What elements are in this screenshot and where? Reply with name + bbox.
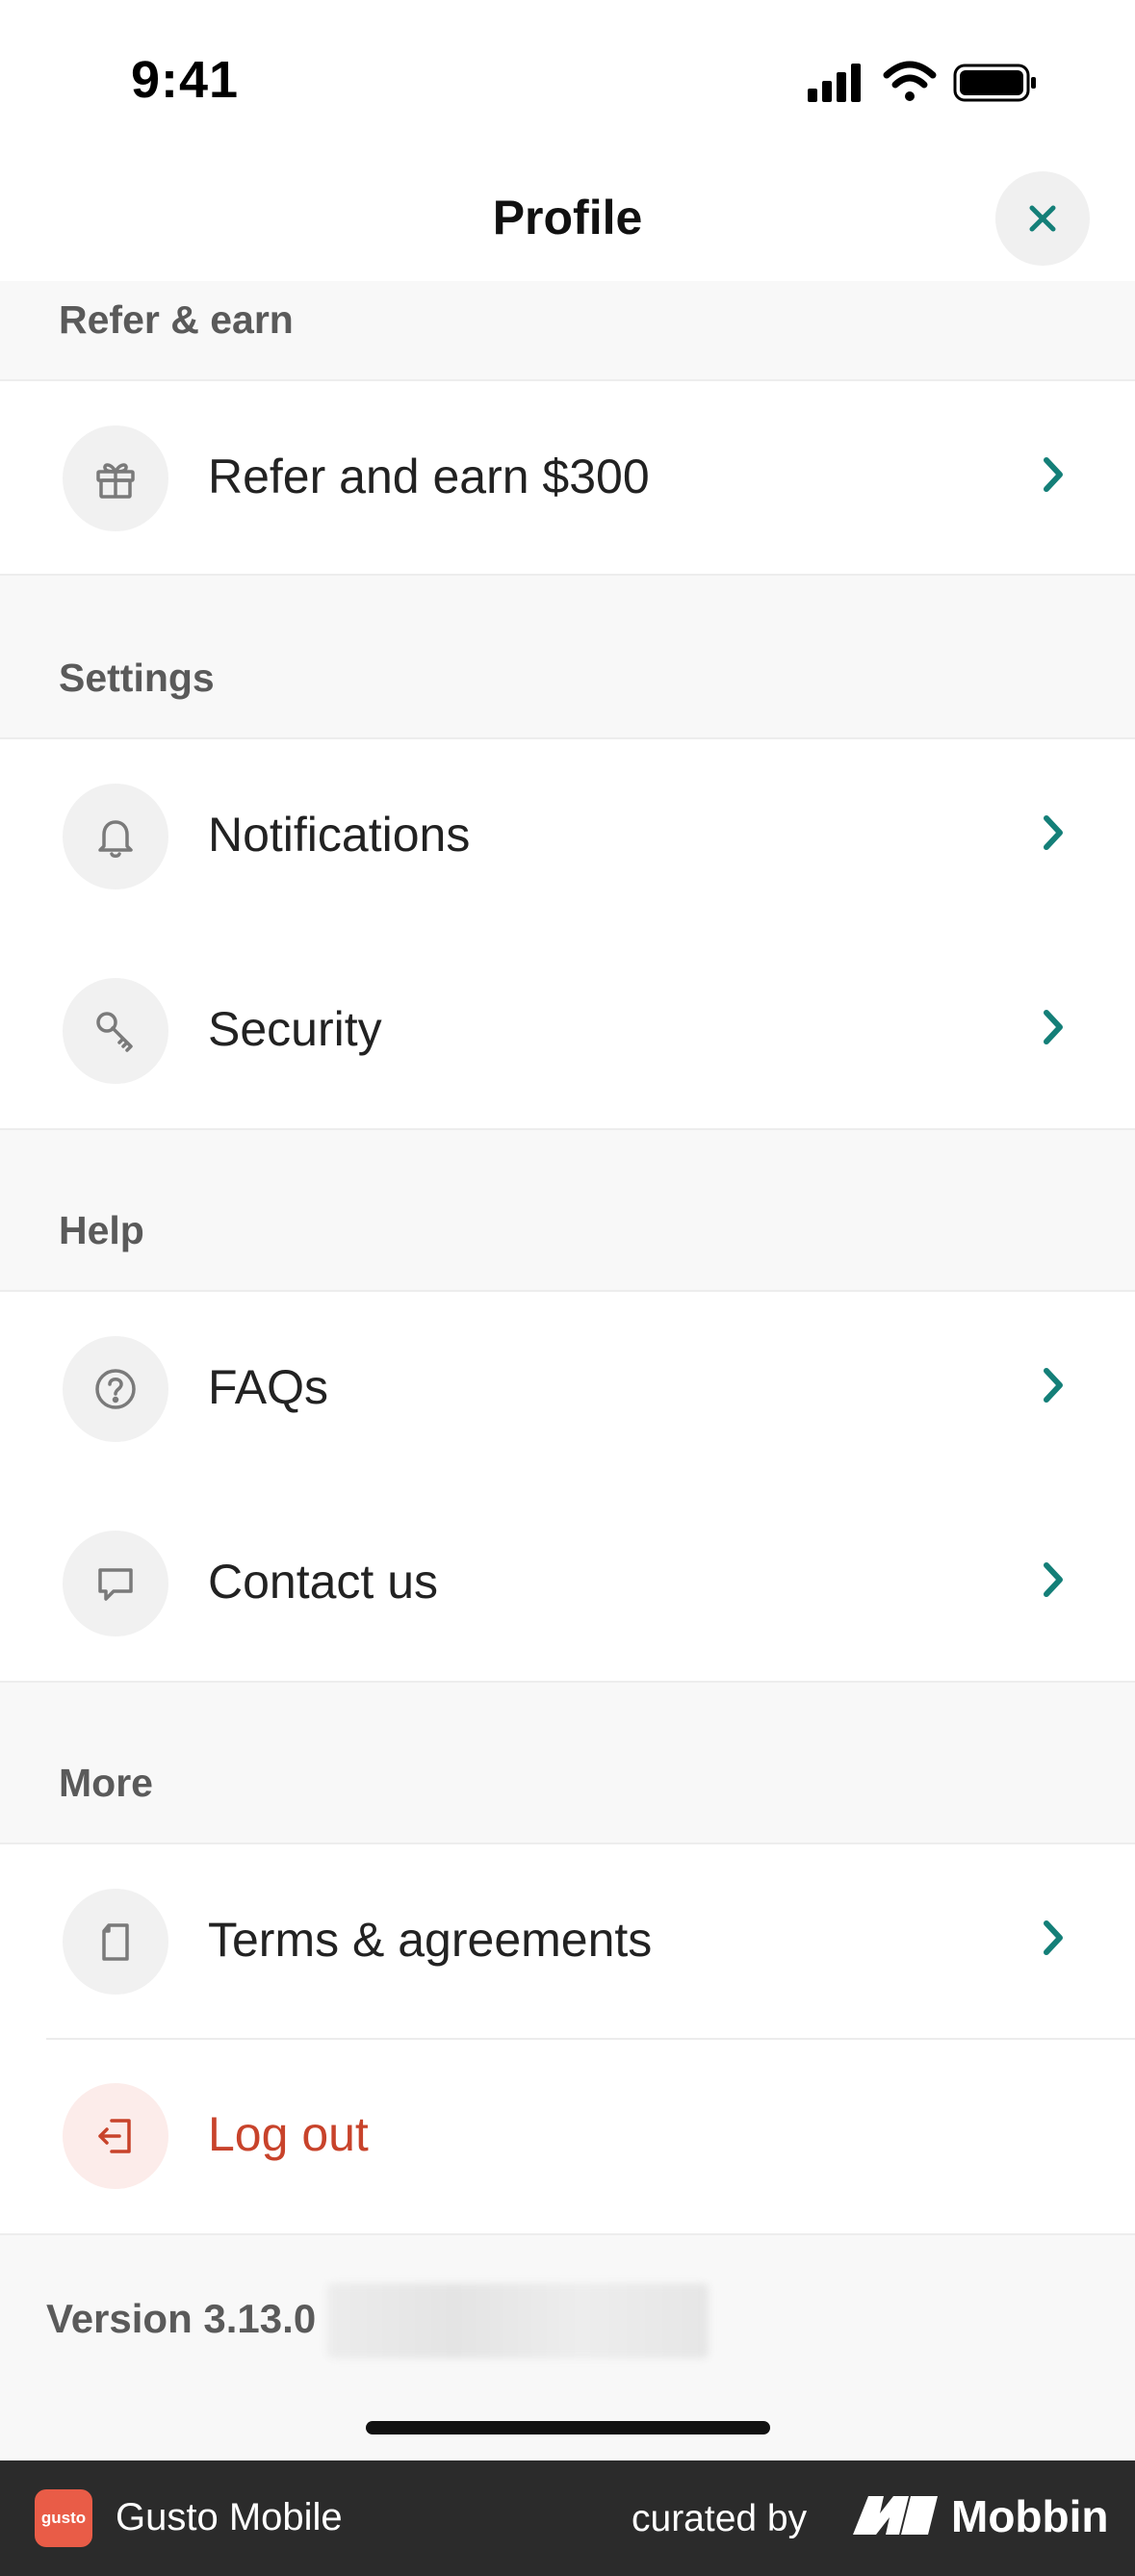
- chat-bubble-icon: [98, 1568, 133, 1601]
- page-title: Profile: [492, 191, 643, 245]
- document-icon: [102, 1923, 129, 1961]
- row-label: Notifications: [208, 808, 471, 862]
- more-list: Terms & agreements Log out: [0, 1842, 1135, 2235]
- row-refer-and-earn[interactable]: Refer and earn $300: [0, 381, 1135, 576]
- battery-icon: [953, 64, 1036, 102]
- row-contact-us[interactable]: Contact us: [0, 1486, 1135, 1681]
- row-notifications[interactable]: Notifications: [0, 739, 1135, 934]
- footer-brand: Mobbin: [951, 2491, 1109, 2541]
- status-time: 9:41: [131, 51, 240, 109]
- logout-icon: [98, 2119, 131, 2153]
- row-label: Refer and earn $300: [208, 450, 650, 503]
- icon-circle: [63, 1336, 168, 1442]
- chevron-right-icon: [1044, 457, 1063, 492]
- icon-circle: [63, 2083, 168, 2189]
- section-label-settings: Settings: [59, 656, 215, 700]
- help-list: FAQs Contact us: [0, 1290, 1135, 1683]
- wifi-icon: [883, 61, 937, 101]
- icon-circle: [63, 1889, 168, 1995]
- home-indicator: [366, 2421, 770, 2434]
- close-button[interactable]: [995, 171, 1090, 266]
- close-icon: [1029, 205, 1056, 232]
- icon-circle: [63, 978, 168, 1084]
- bell-icon: [98, 820, 133, 858]
- key-icon: [96, 1012, 133, 1052]
- icon-circle: [63, 1531, 168, 1636]
- icon-circle: [63, 784, 168, 889]
- gift-icon: [96, 463, 135, 499]
- header: Profile: [0, 164, 1135, 281]
- row-label: FAQs: [208, 1360, 329, 1414]
- footer-bar: gusto Gusto Mobile curated by Mobbin: [0, 2460, 1135, 2576]
- chevron-right-icon: [1044, 1010, 1063, 1044]
- status-icons: [808, 60, 1039, 113]
- row-label: Security: [208, 1002, 382, 1056]
- chevron-right-icon: [1044, 1920, 1063, 1955]
- status-bar: 9:41: [0, 0, 1135, 164]
- footer-app-name: Gusto Mobile: [116, 2496, 343, 2538]
- footer-curated-by: curated by: [632, 2498, 808, 2539]
- mobbin-logo-icon: [853, 2496, 938, 2535]
- row-faqs[interactable]: FAQs: [0, 1292, 1135, 1486]
- settings-list: Notifications Security: [0, 737, 1135, 1130]
- gusto-logo: gusto: [35, 2489, 92, 2547]
- icon-circle: [63, 425, 168, 531]
- row-label: Contact us: [208, 1555, 439, 1609]
- refer-list: Refer and earn $300: [0, 379, 1135, 576]
- section-label-more: More: [59, 1761, 153, 1805]
- section-label-help: Help: [59, 1208, 144, 1252]
- chevron-right-icon: [1044, 815, 1063, 850]
- row-label: Terms & agreements: [208, 1913, 653, 1967]
- row-log-out[interactable]: Log out: [0, 2039, 1135, 2233]
- row-security[interactable]: Security: [0, 934, 1135, 1128]
- section-label-refer: Refer & earn: [59, 297, 294, 342]
- signal-icon: [808, 64, 861, 102]
- redacted-build-info: [327, 2283, 709, 2358]
- row-terms-agreements[interactable]: Terms & agreements: [0, 1844, 1135, 2039]
- chevron-right-icon: [1044, 1368, 1063, 1403]
- chevron-right-icon: [1044, 1562, 1063, 1597]
- row-label: Log out: [208, 2107, 369, 2161]
- question-icon: [95, 1369, 136, 1409]
- version-label: Version 3.13.0: [46, 2296, 317, 2341]
